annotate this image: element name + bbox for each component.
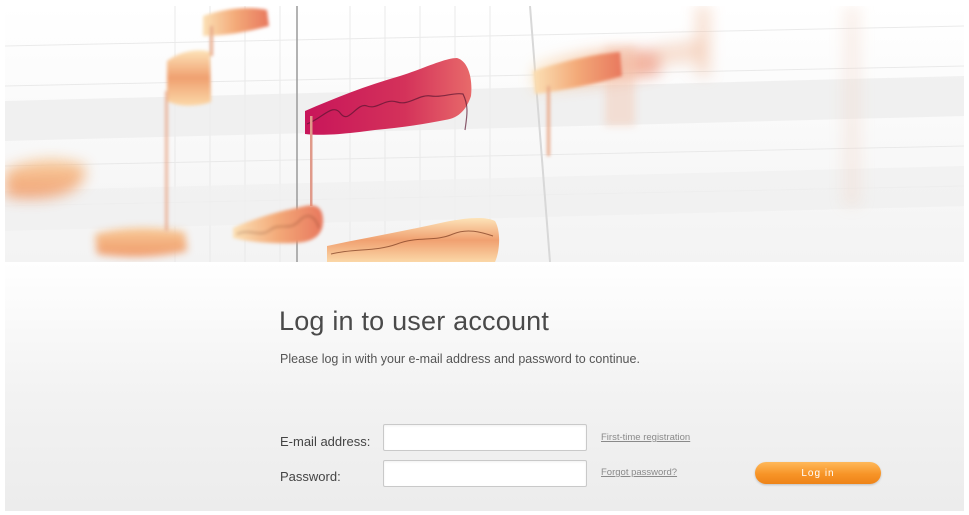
page-title: Log in to user account — [279, 306, 550, 336]
email-field[interactable] — [383, 424, 587, 451]
page-subtitle: Please log in with your e-mail address a… — [280, 352, 640, 366]
login-form: Log in to user account Please log in wit… — [5, 262, 964, 511]
pitch-notes-illustration — [5, 6, 964, 262]
email-label: E-mail address: — [280, 434, 371, 449]
login-window: Log in to user account Please log in wit… — [5, 6, 964, 511]
first-time-registration-link[interactable]: First-time registration — [601, 432, 690, 443]
password-label: Password: — [280, 469, 341, 484]
login-button[interactable]: Log in — [755, 462, 881, 484]
forgot-password-link[interactable]: Forgot password? — [601, 467, 677, 478]
header-banner-image — [5, 6, 964, 262]
password-field[interactable] — [383, 460, 587, 487]
